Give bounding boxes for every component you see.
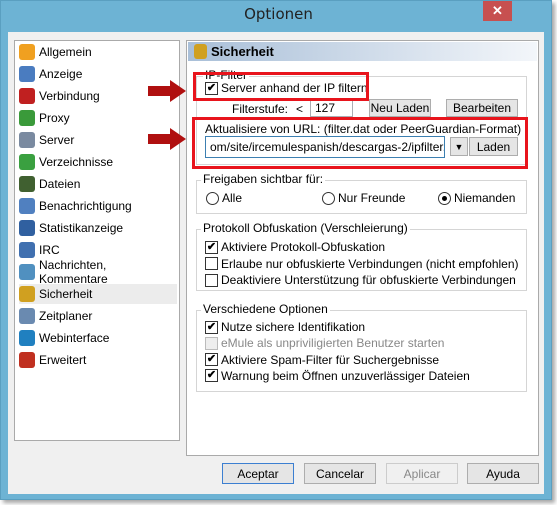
sidebar-item[interactable]: Statistikanzeige (19, 218, 177, 238)
files-icon (19, 176, 35, 192)
checkbox-label: Deaktiviere Unterstützung für obfuskiert… (221, 273, 516, 287)
statistics-icon (19, 220, 35, 236)
arrow-right-icon (148, 128, 186, 150)
misc-checkbox[interactable]: ✔ Aktiviere Spam-Filter für Suchergebniss… (205, 353, 439, 367)
misc-checkbox[interactable]: ✔ Nutze sichere Identifikation (205, 320, 365, 334)
sidebar-item-label: Verzeichnisse (39, 155, 114, 169)
sidebar-item[interactable]: Webinterface (19, 328, 177, 348)
window-title: Optionen (244, 5, 313, 23)
sidebar-item-label: Statistikanzeige (39, 221, 124, 235)
sidebar-item-label: Webinterface (39, 331, 110, 345)
checkbox-box (205, 257, 218, 270)
shares-radio[interactable]: Nur Freunde (322, 191, 405, 205)
checkbox-label: Nutze sichere Identifikation (221, 320, 366, 334)
radio-circle (438, 191, 451, 205)
server-icon (19, 132, 35, 148)
close-button[interactable]: ✕ (483, 1, 512, 21)
checkbox-label: Erlaube nur obfuskierte Verbindungen (ni… (221, 256, 519, 271)
filter-level-operator: < (296, 102, 304, 116)
edit-button[interactable]: Bearbeiten (446, 99, 518, 117)
sidebar-item[interactable]: Zeitplaner (19, 306, 177, 326)
checkbox-box: ✔ (205, 369, 218, 383)
sidebar-item[interactable]: Allgemein (19, 42, 177, 62)
lock-icon (194, 44, 207, 59)
sidebar-item-label: Anzeige (39, 67, 83, 81)
display-icon (19, 66, 35, 82)
web-icon (19, 330, 35, 346)
checkbox-box (205, 273, 218, 287)
misc-checkbox[interactable]: eMule als unpriviligierten Benutzer star… (205, 336, 444, 350)
obfuscation-legend: Protokoll Obfuskation (Verschleierung) (201, 221, 410, 235)
sidebar-item-label: Sicherheit (39, 287, 93, 301)
irc-icon (19, 242, 35, 258)
messages-icon (19, 264, 35, 280)
panel-header: Sicherheit (188, 42, 537, 61)
checkbox-label: Aktiviere Protokoll-Obfuskation (221, 240, 386, 254)
sidebar-item-label: Server (39, 133, 75, 147)
proxy-icon (19, 110, 35, 126)
sidebar-item-label: Benachrichtigung (39, 199, 132, 213)
sidebar-item-label: Erweitert (39, 353, 87, 367)
scheduler-icon (19, 308, 35, 324)
notification-icon (19, 198, 35, 214)
shares-legend: Freigaben sichtbar für: (201, 172, 326, 186)
checkbox-box: ✔ (205, 320, 218, 334)
sidebar-item-label: Allgemein (39, 45, 92, 59)
radio-label: Nur Freunde (338, 191, 406, 205)
sidebar-item[interactable]: Sicherheit (19, 284, 177, 304)
highlight-box (193, 72, 369, 101)
cancel-button[interactable]: Cancelar (304, 463, 376, 484)
radio-circle (322, 191, 335, 205)
help-button[interactable]: Ayuda (467, 463, 539, 484)
misc-checkbox[interactable]: ✔ Warnung beim Öffnen unzuverlässiger Dat… (205, 369, 470, 383)
sidebar-item[interactable]: Dateien (19, 174, 177, 194)
sidebar-item-label: Proxy (39, 111, 70, 125)
sidebar-item-label: IRC (39, 243, 60, 257)
shares-radio[interactable]: Alle (206, 191, 242, 205)
reload-button[interactable]: Neu Laden (369, 99, 431, 117)
sidebar-item[interactable]: Nachrichten, Kommentare (19, 258, 177, 286)
filter-level-input[interactable]: 127 (310, 99, 353, 117)
shares-radio[interactable]: Niemanden (438, 191, 515, 205)
sidebar-item[interactable]: Benachrichtigung (19, 196, 177, 216)
sidebar-item-label: Nachrichten, Kommentare (39, 258, 108, 286)
advanced-icon (19, 352, 35, 368)
arrow-right-icon (148, 80, 186, 102)
lock-icon (19, 286, 35, 302)
radio-label: Niemanden (454, 191, 516, 205)
sidebar-item-label: Dateien (39, 177, 81, 191)
radio-circle (206, 191, 219, 205)
sidebar-item-label: Zeitplaner (39, 309, 93, 323)
checkbox-label: Warnung beim Öffnen unzuverlässiger Date… (221, 368, 470, 383)
obfuscation-checkbox[interactable]: ✔ Aktiviere Protokoll-Obfuskation (205, 240, 385, 254)
radio-label: Alle (222, 191, 243, 205)
panel-title: Sicherheit (211, 44, 274, 59)
sidebar-item[interactable]: Proxy (19, 108, 177, 128)
checkbox-box: ✔ (205, 240, 218, 254)
folders-icon (19, 154, 35, 170)
ok-button[interactable]: Aceptar (222, 463, 294, 484)
filter-level-label: Filterstufe: (232, 102, 289, 116)
gear-icon (19, 44, 35, 60)
sidebar-item[interactable]: Verzeichnisse (19, 152, 177, 172)
connection-icon (19, 88, 35, 104)
misc-legend: Verschiedene Optionen (201, 302, 330, 316)
sidebar-item[interactable]: IRC (19, 240, 177, 260)
sidebar-item-label: Verbindung (39, 89, 100, 103)
obfuscation-checkbox[interactable]: Erlaube nur obfuskierte Verbindungen (ni… (205, 257, 519, 271)
checkbox-box: ✔ (205, 353, 218, 367)
sidebar-item[interactable]: Erweitert (19, 350, 177, 370)
checkbox-label: Aktiviere Spam-Filter für Suchergebnisse (221, 352, 440, 367)
checkbox-box (205, 336, 218, 350)
highlight-box (192, 117, 528, 169)
apply-button[interactable]: Aplicar (386, 463, 458, 484)
checkbox-label: eMule als unpriviligierten Benutzer star… (221, 336, 445, 351)
obfuscation-checkbox[interactable]: Deaktiviere Unterstützung für obfuskiert… (205, 273, 516, 287)
